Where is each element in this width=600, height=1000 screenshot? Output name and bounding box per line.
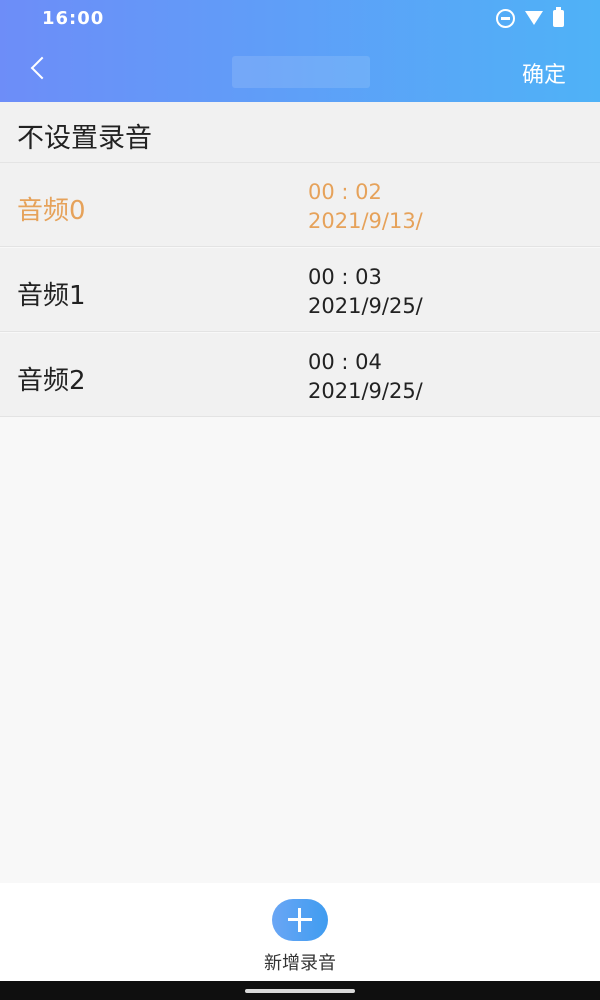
audio-date: 2021/9/25/ <box>308 379 423 403</box>
none-option-label: 不设置录音 <box>17 123 152 154</box>
audio-item-0[interactable]: 音频0 00 : 02 2021/9/13/ <box>0 163 600 247</box>
audio-name: 音频1 <box>17 281 86 311</box>
audio-item-2[interactable]: 音频2 00 : 04 2021/9/25/ <box>0 333 600 417</box>
audio-meta: 00 : 03 2021/9/25/ <box>308 263 423 321</box>
page-title-placeholder <box>232 56 370 88</box>
wifi-icon <box>525 10 543 27</box>
audio-duration: 00 : 03 <box>308 265 382 289</box>
audio-item-1[interactable]: 音频1 00 : 03 2021/9/25/ <box>0 248 600 332</box>
audio-duration: 00 : 04 <box>308 350 382 374</box>
battery-icon <box>553 7 564 27</box>
chevron-left-icon[interactable] <box>30 56 54 80</box>
confirm-button[interactable]: 确定 <box>522 57 566 89</box>
gesture-handle[interactable] <box>245 989 355 993</box>
list-item-none[interactable]: 不设置录音 <box>0 102 600 163</box>
audio-meta: 00 : 02 2021/9/13/ <box>308 178 423 236</box>
do-not-disturb-icon <box>496 9 515 28</box>
add-recording-button[interactable] <box>272 899 328 941</box>
audio-name: 音频2 <box>17 366 86 396</box>
app-header: 16:00 确定 <box>0 0 600 102</box>
audio-date: 2021/9/25/ <box>308 294 423 318</box>
add-recording-label[interactable]: 新增录音 <box>0 949 600 975</box>
audio-meta: 00 : 04 2021/9/25/ <box>308 348 423 406</box>
audio-duration: 00 : 02 <box>308 180 382 204</box>
status-time: 16:00 <box>42 8 105 29</box>
status-icons <box>496 7 564 28</box>
system-nav-bar <box>0 981 600 1000</box>
bottom-action-bar: 新增录音 <box>0 883 600 981</box>
audio-date: 2021/9/13/ <box>308 209 423 233</box>
audio-name: 音频0 <box>17 196 86 226</box>
